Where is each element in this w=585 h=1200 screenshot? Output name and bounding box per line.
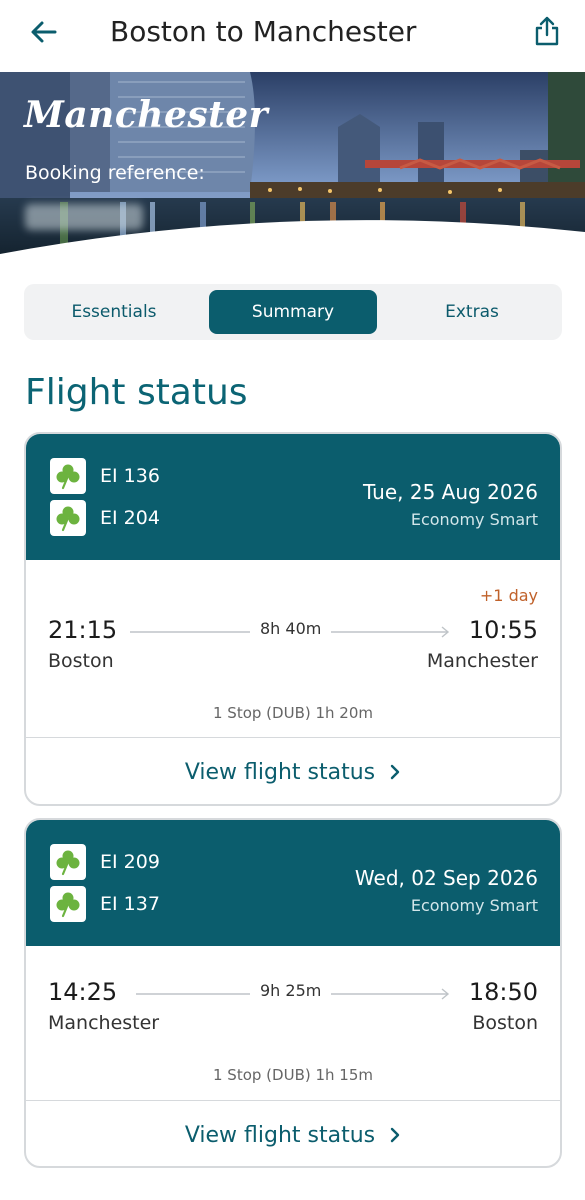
arrival-city: Manchester	[426, 650, 538, 672]
flight-card-header: EI 136 EI 204 Tue, 25 Aug 2026 Economy S…	[26, 434, 560, 560]
flight-number: EI 136	[100, 465, 160, 487]
booking-reference-label: Booking reference:	[25, 162, 205, 184]
section-title: Flight status	[25, 372, 248, 413]
flight-duration-line: 9h 25m	[136, 981, 452, 1006]
flight-duration-line: 8h 40m	[130, 619, 452, 644]
shamrock-icon	[50, 500, 86, 536]
departure-city: Boston	[48, 650, 114, 672]
arrival-city: Boston	[472, 1012, 538, 1034]
flight-number-row: EI 204	[50, 500, 160, 536]
departure-time: 14:25	[48, 978, 118, 1006]
flight-number: EI 137	[100, 893, 160, 915]
divider	[26, 1100, 560, 1101]
cabin-class: Economy Smart	[410, 510, 538, 529]
flight-number-row: EI 136	[50, 458, 160, 494]
departure-time: 21:15	[48, 616, 118, 644]
top-app-bar: Boston to Manchester	[0, 0, 585, 72]
view-flight-status-label: View flight status	[184, 759, 376, 785]
flight-number: EI 209	[100, 851, 160, 873]
flight-date: Tue, 25 Aug 2026	[363, 480, 538, 504]
flight-date: Wed, 02 Sep 2026	[354, 866, 538, 890]
flight-number-row: EI 137	[50, 886, 160, 922]
flight-duration: 9h 25m	[250, 981, 332, 1000]
view-flight-status-button[interactable]: View flight status	[26, 739, 560, 804]
booking-reference-redacted	[25, 204, 143, 230]
page-title: Boston to Manchester	[110, 15, 417, 48]
flight-number: EI 204	[100, 507, 160, 529]
shamrock-icon	[50, 886, 86, 922]
back-button[interactable]	[22, 12, 66, 52]
stopover-info: 1 Stop (DUB) 1h 20m	[213, 704, 373, 722]
arrival-time: 18:50	[468, 978, 538, 1006]
stopover-info: 1 Stop (DUB) 1h 15m	[213, 1066, 373, 1084]
arrival-time: 10:55	[468, 616, 538, 644]
destination-hero-image: Manchester Booking reference:	[0, 72, 585, 272]
share-icon	[535, 16, 559, 46]
view-flight-status-label: View flight status	[184, 1122, 376, 1148]
tab-extras[interactable]: Extras	[388, 290, 556, 334]
view-flight-status-button[interactable]: View flight status	[26, 1102, 560, 1166]
booking-tabs: Essentials Summary Extras	[24, 284, 562, 340]
cabin-class: Economy Smart	[410, 896, 538, 915]
tab-essentials[interactable]: Essentials	[30, 290, 198, 334]
day-change-indicator: +1 day	[479, 586, 538, 605]
destination-city-title: Manchester	[24, 94, 269, 136]
tab-summary[interactable]: Summary	[209, 290, 377, 334]
flight-card: EI 209 EI 137 Wed, 02 Sep 2026 Economy S…	[24, 818, 562, 1168]
flight-duration: 8h 40m	[250, 619, 332, 638]
share-button[interactable]	[527, 10, 567, 52]
chevron-right-icon	[389, 764, 401, 780]
arrow-left-icon	[31, 21, 57, 43]
divider	[26, 737, 560, 738]
flight-card-header: EI 209 EI 137 Wed, 02 Sep 2026 Economy S…	[26, 820, 560, 946]
shamrock-icon	[50, 844, 86, 880]
shamrock-icon	[50, 458, 86, 494]
flight-number-row: EI 209	[50, 844, 160, 880]
flight-card: EI 136 EI 204 Tue, 25 Aug 2026 Economy S…	[24, 432, 562, 806]
chevron-right-icon	[389, 1127, 401, 1143]
departure-city: Manchester	[48, 1012, 160, 1034]
